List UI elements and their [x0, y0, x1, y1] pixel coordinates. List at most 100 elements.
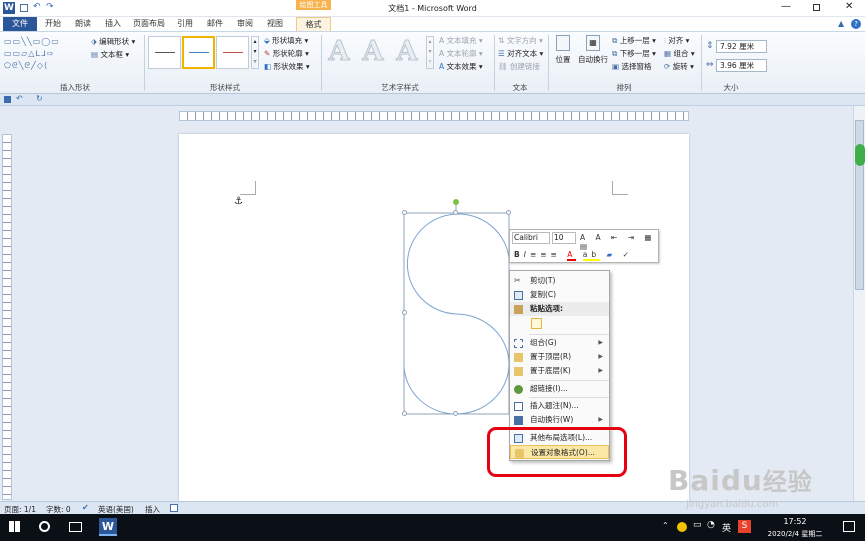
wordart-gallery-more-icon[interactable]: ▴ ▾ ▿	[426, 36, 434, 69]
resize-handle[interactable]	[402, 210, 407, 215]
position-button[interactable]: 位置	[552, 35, 574, 65]
resize-handle[interactable]	[402, 310, 407, 315]
font-name-box[interactable]: Calibri	[512, 232, 550, 244]
text-fill-button[interactable]: A 文本填充 ▾	[439, 35, 483, 46]
text-outline-icon: A	[439, 49, 445, 58]
width-input[interactable]: 3.96 厘米	[716, 59, 767, 72]
selection-pane-button[interactable]: ▣ 选择窗格	[612, 61, 651, 72]
menu-item-bring-to-front[interactable]: 置于顶层(R) ▶	[510, 350, 609, 364]
text-effects-button[interactable]: A 文本效果 ▾	[439, 61, 483, 72]
shape-outline-button[interactable]: ✎ 形状轮廓 ▾	[264, 48, 309, 59]
ime-indicator[interactable]: 英	[722, 521, 731, 534]
wordart-style-2[interactable]: A	[357, 36, 389, 68]
sogou-icon[interactable]: S	[738, 520, 751, 533]
text-box-button[interactable]: ▤ 文本框 ▾	[91, 49, 129, 60]
wifi-icon[interactable]: ◔	[707, 520, 715, 530]
shape-fill-button[interactable]: ⬙ 形状填充 ▾	[264, 35, 308, 46]
close-button[interactable]: ✕	[845, 1, 853, 12]
wordart-style-3[interactable]: A	[391, 36, 423, 68]
shape-style-1[interactable]	[148, 36, 181, 69]
tab-mailings[interactable]: 邮件	[202, 17, 228, 32]
tab-review[interactable]: 审阅	[232, 17, 258, 32]
tab-references[interactable]: 引用	[172, 17, 198, 32]
redo-icon[interactable]: ↻	[36, 94, 43, 103]
green-circle-icon	[855, 144, 865, 166]
help-icon[interactable]: ?	[851, 19, 861, 29]
maximize-button[interactable]	[813, 4, 820, 11]
submenu-arrow-icon: ▶	[598, 367, 603, 374]
macro-icon[interactable]	[170, 504, 178, 512]
menu-item-hyperlink[interactable]: 超链接(I)...	[510, 382, 609, 396]
resize-handle[interactable]	[506, 210, 511, 215]
save-icon[interactable]	[4, 96, 11, 103]
paste-keep-icon[interactable]	[531, 318, 542, 329]
word-taskbar-icon[interactable]: W	[99, 518, 117, 536]
tab-view[interactable]: 视图	[262, 17, 288, 32]
menu-label-wrap-text: 自动换行(W)	[530, 415, 574, 424]
align-button[interactable]: ⫶ 对齐 ▾	[664, 35, 689, 46]
network-icon[interactable]: ▭	[693, 520, 702, 530]
resize-handle[interactable]	[453, 411, 458, 416]
group-label-text: 文本	[512, 83, 528, 92]
tab-read[interactable]: 朗读	[70, 17, 96, 32]
vertical-scrollbar[interactable]	[853, 106, 865, 501]
send-backward-icon: ⧉	[612, 49, 618, 58]
spellcheck-icon[interactable]: ✔	[82, 503, 89, 512]
wordart-style-1[interactable]: A	[323, 36, 355, 68]
bring-forward-button[interactable]: ⧉ 上移一层 ▾	[612, 35, 656, 46]
text-outline-button[interactable]: A 文本轮廓 ▾	[439, 48, 483, 59]
create-link-button[interactable]: ⛓ 创建链接	[498, 61, 540, 72]
shape-style-3[interactable]	[216, 36, 249, 69]
selection-pane-icon: ▣	[612, 62, 620, 71]
style-gallery-more-icon[interactable]: ▴ ▾ ▿	[251, 36, 259, 69]
text-fill-label: 文本填充	[446, 36, 477, 45]
clock-time[interactable]: 17:52	[765, 517, 825, 526]
create-link-icon: ⛓	[498, 62, 508, 71]
start-icon[interactable]	[9, 521, 20, 532]
divider	[529, 397, 609, 398]
edit-shape-button[interactable]: ⬗ 编辑形状 ▾	[91, 36, 135, 47]
group-button[interactable]: ▦ 组合 ▾	[664, 48, 695, 59]
ribbon-collapse-icon[interactable]: ▲	[838, 19, 844, 28]
vertical-ruler[interactable]	[2, 134, 12, 500]
undo-icon[interactable]: ↶	[16, 94, 23, 103]
tray-app-icon[interactable]	[677, 522, 687, 532]
resize-handle[interactable]	[453, 210, 458, 215]
tab-layout[interactable]: 页面布局	[130, 17, 168, 32]
tray-chevron-icon[interactable]: ⌃	[662, 521, 669, 530]
tab-home[interactable]: 开始	[40, 17, 66, 32]
tab-file[interactable]: 文件	[3, 17, 37, 32]
clock-date[interactable]: 2020/2/4 星期二	[762, 529, 828, 539]
menu-item-group[interactable]: 组合(G) ▶	[510, 336, 609, 350]
text-direction-button[interactable]: ⇅ 文字方向 ▾	[498, 35, 543, 46]
divider	[701, 35, 702, 91]
height-input[interactable]: 7.92 厘米	[716, 40, 767, 53]
tab-format[interactable]: 格式	[296, 17, 331, 32]
wrap-text-label: 自动换行	[578, 55, 608, 64]
search-icon[interactable]	[39, 521, 50, 532]
minimize-button[interactable]: —	[781, 1, 791, 12]
submenu-arrow-icon: ▶	[598, 416, 603, 423]
horizontal-ruler[interactable]	[179, 111, 689, 121]
selected-s-shape[interactable]	[398, 196, 518, 420]
mini-format-row-2[interactable]: BI≡≡≡ A ab ▰ ✓	[514, 250, 633, 261]
mini-format-row-1[interactable]: A A ⇤ ⇥ ▦ ▤	[580, 233, 658, 251]
wrap-text-button[interactable]: ▦ 自动换行	[577, 35, 609, 65]
font-size-box[interactable]: 10	[552, 232, 576, 244]
menu-item-wrap-text[interactable]: 自动换行(W) ▶	[510, 413, 609, 427]
shape-style-2[interactable]	[182, 36, 215, 69]
notification-icon[interactable]	[843, 521, 855, 532]
menu-item-copy[interactable]: 复制(C)	[510, 288, 609, 302]
menu-item-send-to-back[interactable]: 置于底层(K) ▶	[510, 364, 609, 378]
tab-insert[interactable]: 插入	[100, 17, 126, 32]
shapes-gallery[interactable]: ▭▭╲╲▭◯▭ ▭▭▱△ᒪᒧ⇨ ⬠ᘓ╲ᘓ╱◇⟨	[4, 36, 82, 72]
menu-item-insert-caption[interactable]: 插入题注(N)...	[510, 399, 609, 413]
align-text-button[interactable]: ☰ 对齐文本 ▾	[498, 48, 543, 59]
rotate-button[interactable]: ⟳ 旋转 ▾	[664, 61, 694, 72]
resize-handle[interactable]	[402, 411, 407, 416]
task-view-icon[interactable]	[69, 522, 82, 532]
shape-effects-button[interactable]: ◧ 形状效果 ▾	[264, 61, 310, 72]
send-backward-button[interactable]: ⧉ 下移一层 ▾	[612, 48, 656, 59]
menu-item-cut[interactable]: ✂ 剪切(T)	[510, 274, 609, 288]
wrap-text-icon	[514, 416, 523, 425]
